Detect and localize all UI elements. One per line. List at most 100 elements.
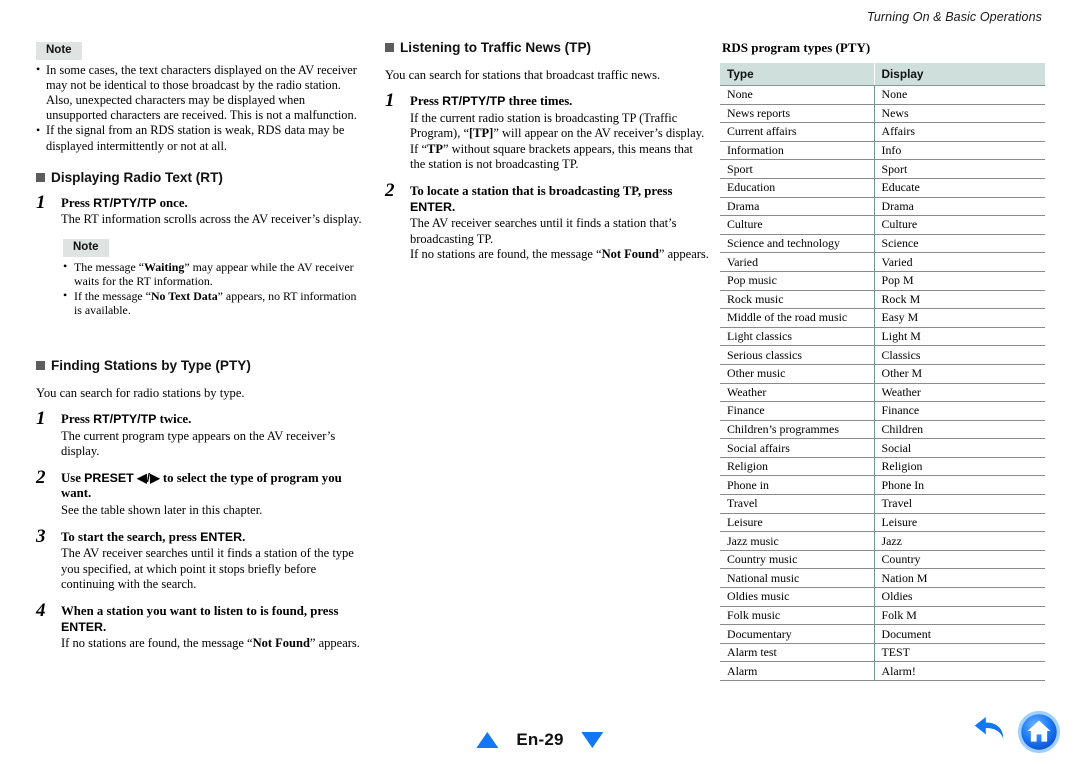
table-cell-display: Alarm!	[874, 661, 1045, 681]
step-title: Press RT/PTY/TP twice.	[61, 412, 366, 428]
note-badge: Note	[36, 42, 82, 60]
step-title: Press RT/PTY/TP once.	[61, 196, 366, 212]
table-cell-type: Jazz music	[720, 531, 875, 551]
step-body: The AV receiver searches until it finds …	[410, 216, 710, 263]
table-cell-display: Children	[874, 420, 1045, 440]
table-row: News reports News	[720, 104, 1045, 124]
table-row: Serious classics Classics	[720, 345, 1045, 365]
step-item: 1 Press RT/PTY/TP twice. The current pro…	[36, 409, 366, 460]
step-title-pre: Press	[410, 94, 443, 108]
step-title-key: RT/PTY/TP	[93, 195, 157, 210]
step-number: 2	[36, 466, 46, 488]
table-cell-type: Weather	[720, 383, 875, 403]
note-item: If the signal from an RDS station is wea…	[36, 123, 366, 153]
table-row: None None	[720, 85, 1045, 105]
table-row: Light classics Light M	[720, 327, 1045, 347]
table-cell-type: Science and technology	[720, 234, 875, 254]
table-row: Sport Sport	[720, 159, 1045, 179]
table-cell-display: Light M	[874, 327, 1045, 347]
table-row: Children’s programmes Children	[720, 420, 1045, 440]
step-title-key: RT/PTY/TP	[93, 412, 157, 427]
table-cell-type: Middle of the road music	[720, 308, 875, 328]
table-cell-display: Weather	[874, 383, 1045, 403]
step-number: 2	[385, 179, 395, 201]
table-row: Documentary Document	[720, 624, 1045, 644]
table-cell-display: Country	[874, 550, 1045, 570]
step-title-pre: To start the search, press	[61, 529, 201, 544]
step-number: 1	[36, 191, 46, 213]
note-list: In some cases, the text characters displ…	[36, 62, 366, 154]
step-body-text: If no stations are found, the message “N…	[61, 636, 360, 651]
note-block-top: Note In some cases, the text characters …	[36, 40, 366, 154]
table-row: Middle of the road music Easy M	[720, 308, 1045, 328]
table-cell-display: Culture	[874, 215, 1045, 235]
note-badge: Note	[63, 239, 109, 257]
note-item: In some cases, the text characters displ…	[36, 62, 366, 124]
step-title-post: .	[242, 529, 246, 544]
step-item: 1 Press RT/PTY/TP three times. If the cu…	[385, 90, 710, 173]
table-cell-type: Rock music	[720, 290, 875, 310]
table-header-row: Type Display	[720, 63, 1045, 86]
table-row: Phone in Phone In	[720, 475, 1045, 496]
table-row: National music Nation M	[720, 568, 1045, 589]
table-cell-display: Phone In	[874, 475, 1045, 496]
table-cell-type: Documentary	[720, 624, 875, 644]
table-cell-type: Finance	[720, 401, 875, 421]
section-heading-label: Finding Stations by Type (PTY)	[51, 358, 251, 374]
table-row: Social affairs Social	[720, 438, 1045, 458]
section-heading-finding-stations: Finding Stations by Type (PTY)	[36, 358, 366, 373]
table-row: Current affairs Affairs	[720, 122, 1045, 142]
table-title: RDS program types (PTY)	[722, 40, 871, 55]
table-cell-display: Rock M	[874, 290, 1045, 310]
step-body: The AV receiver searches until it finds …	[61, 546, 366, 593]
table-cell-type: Phone in	[720, 475, 875, 496]
section-heading-traffic-news: Listening to Traffic News (TP)	[385, 40, 710, 55]
table-cell-display: Drama	[874, 197, 1045, 217]
step-body: The current program type appears on the …	[61, 429, 366, 460]
table-cell-type: Culture	[720, 215, 875, 235]
step-body: If no stations are found, the message “N…	[61, 636, 366, 652]
table-row: Travel Travel	[720, 494, 1045, 514]
table-cell-display: Travel	[874, 494, 1045, 514]
column-right: RDS program types (PTY) Type Display Non…	[720, 40, 1045, 681]
step-title: To start the search, press ENTER.	[61, 530, 366, 546]
table-cell-type: National music	[720, 568, 875, 589]
back-arrow-icon[interactable]	[970, 713, 1008, 751]
step-title: Use PRESET ◀/▶ to select the type of pro…	[61, 471, 366, 502]
step-number: 1	[385, 90, 395, 111]
step-title: To locate a station that is broadcasting…	[410, 184, 710, 215]
table-cell-display: None	[874, 85, 1045, 105]
table-cell-type: Serious classics	[720, 345, 875, 365]
note-block-inner: Note The message “Waiting” may appear wh…	[63, 237, 366, 318]
table-row: Leisure Leisure	[720, 513, 1045, 533]
table-cell-display: Folk M	[874, 606, 1045, 626]
home-icon[interactable]	[1016, 709, 1062, 755]
table-row: Folk music Folk M	[720, 606, 1045, 626]
table-row: Alarm Alarm!	[720, 661, 1045, 681]
triangle-up-icon[interactable]	[476, 732, 499, 748]
table-cell-type: Light classics	[720, 327, 875, 347]
table-cell-display: Social	[874, 438, 1045, 458]
table-cell-display: Finance	[874, 401, 1045, 421]
step-title-post: .	[452, 199, 456, 214]
table-row: Varied Varied	[720, 252, 1045, 272]
table-row: Religion Religion	[720, 457, 1045, 477]
step-body-text: The RT information scrolls across the AV…	[61, 212, 362, 227]
table-cell-type: Country music	[720, 550, 875, 570]
section-heading-radio-text: Displaying Radio Text (RT)	[36, 170, 366, 185]
step-item: 1 Press RT/PTY/TP once. The RT informati…	[36, 191, 366, 318]
footer-nav	[970, 709, 1062, 755]
table-cell-display: Easy M	[874, 308, 1045, 328]
triangle-down-icon[interactable]	[581, 732, 604, 748]
table-cell-display: Affairs	[874, 122, 1045, 142]
step-title-key: ENTER	[200, 529, 243, 544]
table-cell-display: News	[874, 104, 1045, 124]
table-row: Alarm test TEST	[720, 643, 1045, 663]
step-number: 3	[36, 525, 46, 547]
table-cell-type: Alarm	[720, 661, 875, 681]
pager: En-29	[476, 730, 604, 750]
table-cell-display: Nation M	[874, 568, 1045, 589]
step-title: Press RT/PTY/TP three times.	[410, 94, 710, 110]
page-footer: En-29	[0, 700, 1080, 764]
table-cell-display: Religion	[874, 457, 1045, 477]
